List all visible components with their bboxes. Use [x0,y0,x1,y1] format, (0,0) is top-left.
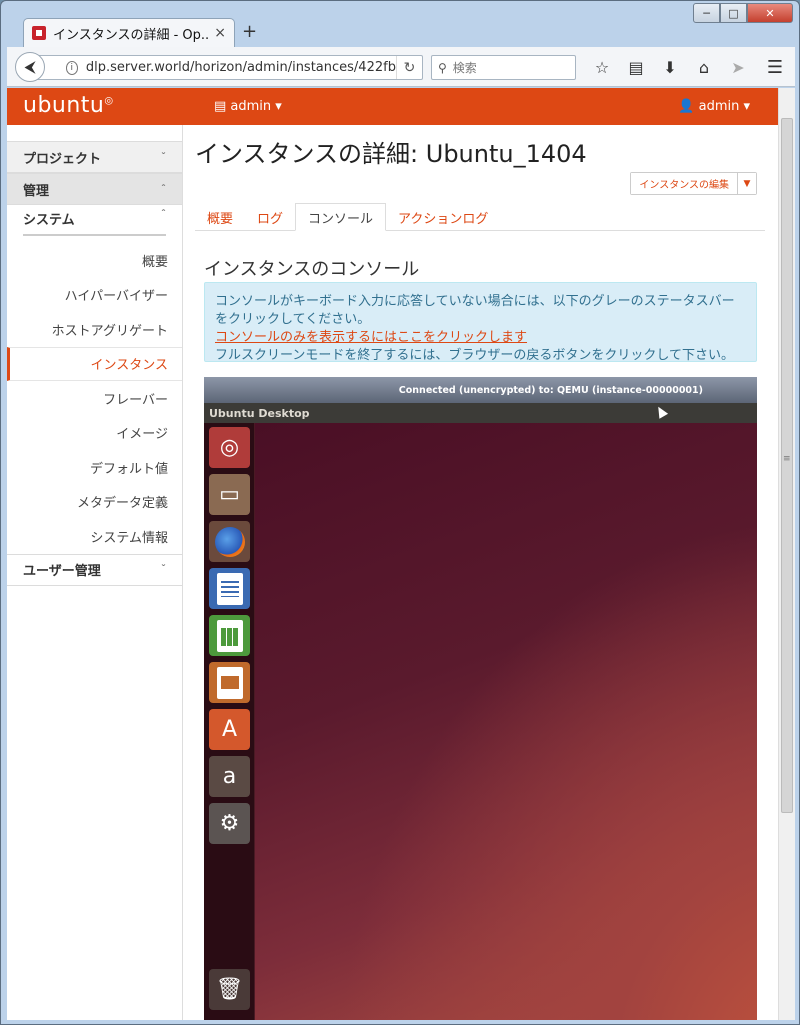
reading-list-icon[interactable]: ▤ [619,53,653,81]
sidebar-item-overview[interactable]: 概要 [7,243,182,278]
maximize-button[interactable]: □ [720,3,747,23]
libreoffice-impress-icon[interactable] [209,662,250,703]
tab-overview[interactable]: 概要 [195,203,245,231]
scroll-grip-icon: ≡ [783,454,791,464]
edit-instance-button-group: インスタンスの編集 ▼ [630,172,757,195]
sidebar: プロジェクト ˇ 管理 ˆ システム ˆ 概要 ハイパーバイザー ホストアグリゲート … [7,125,183,1020]
browser-window: インスタンスの詳細 - Op... × + ─ □ ✕ ⮜ i dlp.serv… [0,0,800,1025]
tab-action-log[interactable]: アクションログ [386,203,500,231]
close-window-button[interactable]: ✕ [747,3,793,23]
tab-close-icon[interactable]: × [214,25,226,41]
console-heading: インスタンスのコンソール [204,259,420,280]
ubuntu-top-panel: Ubuntu Desktop [204,403,757,423]
dash-home-icon[interactable]: ◎ [209,427,250,468]
new-tab-button[interactable]: + [242,21,257,42]
sidebar-section-identity[interactable]: ユーザー管理 ˇ [7,553,182,586]
search-placeholder: 検索 [452,61,477,75]
info-text-line1: コンソールがキーボード入力に応答していない場合には、以下のグレーのステータスバー… [215,294,735,327]
download-icon[interactable]: ⬇ [653,53,687,81]
sidebar-item-flavors[interactable]: フレーバー [7,381,182,416]
top-navbar: ubuntu◎ ▤ admin ▾ 👤 admin ▾ [7,88,778,125]
page-scrollbar[interactable]: ≡ [778,88,795,1020]
back-arrow-icon[interactable]: ⮜ [15,52,45,82]
url-text[interactable]: dlp.server.world/horizon/admin/instances… [86,60,396,75]
edit-instance-button[interactable]: インスタンスの編集 [631,173,738,194]
sidebar-subsection-system[interactable]: システム ˆ [7,205,182,239]
chevron-down-icon: ˇ [161,151,166,163]
amazon-icon[interactable]: a [209,756,250,797]
libreoffice-writer-icon[interactable] [209,568,250,609]
tab-bar: インスタンスの詳細 - Op... × + ─ □ ✕ [1,1,800,47]
send-icon[interactable]: ➤ [721,53,755,81]
sidebar-item-hypervisors[interactable]: ハイパーバイザー [7,278,182,313]
ubuntu-logo[interactable]: ubuntu◎ [23,93,114,118]
chevron-up-icon: ˆ [161,208,166,220]
sidebar-item-images[interactable]: イメージ [7,416,182,451]
software-center-icon[interactable]: A [209,709,250,750]
project-dropdown[interactable]: ▤ admin ▾ [214,99,282,114]
chevron-down-icon: ˇ [161,564,166,575]
console-only-link[interactable]: コンソールのみを表示するにはここをクリックします [215,330,527,345]
home-icon[interactable]: ⌂ [687,53,721,81]
vnc-console[interactable]: Connected (unencrypted) to: QEMU (instan… [204,377,757,1020]
sidebar-item-metadata[interactable]: メタデータ定義 [7,485,182,520]
hamburger-menu-icon[interactable]: ☰ [761,53,789,81]
ubuntu-desktop-wallpaper[interactable] [255,423,757,1020]
address-bar[interactable]: i dlp.server.world/horizon/admin/instanc… [33,55,423,80]
search-input[interactable]: ⚲ 検索 [431,55,576,80]
page-viewport: ubuntu◎ ▤ admin ▾ 👤 admin ▾ プロジェクト ˇ 管理 ˆ … [7,88,795,1020]
vnc-status-bar[interactable]: Connected (unencrypted) to: QEMU (instan… [204,377,757,403]
openstack-favicon-icon [32,26,46,40]
sidebar-item-system-info[interactable]: システム情報 [7,519,182,554]
browser-tab[interactable]: インスタンスの詳細 - Op... × [23,18,235,47]
system-settings-icon[interactable]: ⚙ [209,803,250,844]
sidebar-item-instances[interactable]: インスタンス [7,346,182,381]
sidebar-item-defaults[interactable]: デフォルト値 [7,450,182,485]
libreoffice-calc-icon[interactable] [209,615,250,656]
tab-title: インスタンスの詳細 - Op... [53,27,209,43]
info-text-line3: フルスクリーンモードを終了するには、ブラウザーの戻るボタンをクリックして下さい。 [215,348,734,363]
scrollbar-thumb[interactable] [781,118,793,813]
info-alert: コンソールがキーボード入力に応答していない場合には、以下のグレーのステータスバー… [204,282,757,363]
tab-log[interactable]: ログ [245,203,295,231]
search-icon: ⚲ [438,60,447,75]
detail-tabs: 概要 ログ コンソール アクションログ [195,203,765,231]
sidebar-section-project[interactable]: プロジェクト ˇ [7,141,182,173]
tab-console[interactable]: コンソール [295,203,387,231]
firefox-icon[interactable] [209,521,250,562]
page-title: インスタンスの詳細: Ubuntu_1404 [195,140,587,168]
site-info-icon[interactable]: i [65,60,78,75]
trash-icon[interactable]: 🗑 [209,969,250,1010]
user-dropdown[interactable]: 👤 admin ▾ [678,99,750,114]
files-icon[interactable]: ▭ [209,474,250,515]
bookmark-star-icon[interactable]: ☆ [585,53,619,81]
sidebar-item-host-aggregates[interactable]: ホストアグリゲート [7,312,182,347]
sidebar-section-admin[interactable]: 管理 ˆ [7,173,182,205]
minimize-button[interactable]: ─ [693,3,720,23]
unity-launcher: ◎ ▭ A a ⚙ 🗑 [204,423,255,1020]
caret-down-icon[interactable]: ▼ [738,173,756,194]
main-content: インスタンスの詳細: Ubuntu_1404 インスタンスの編集 ▼ 概要 ログ… [195,125,765,1020]
chevron-up-icon: ˆ [161,183,166,195]
reload-icon[interactable]: ↻ [395,56,422,79]
navigation-toolbar: ⮜ i dlp.server.world/horizon/admin/insta… [7,47,795,87]
